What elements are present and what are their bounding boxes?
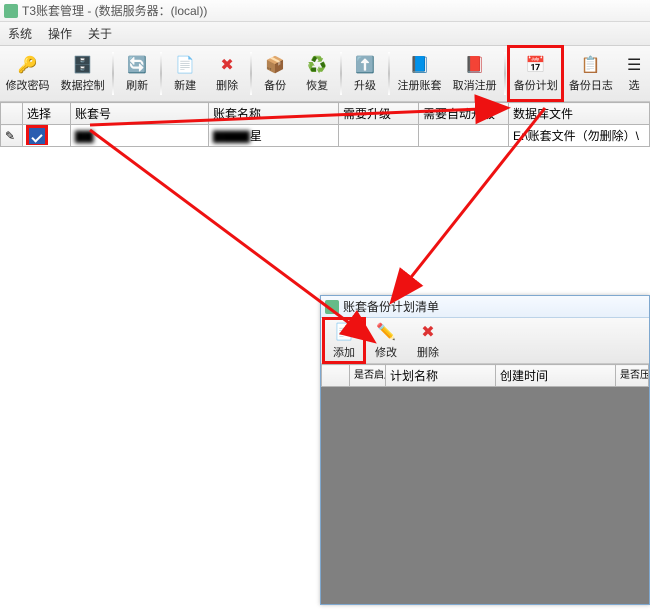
changepwd-button[interactable]: 🔑 修改密码	[0, 46, 55, 101]
toolbar-separator	[388, 52, 390, 95]
register-button[interactable]: 📘 注册账套	[392, 46, 447, 101]
delete-button[interactable]: ✖ 删除	[407, 318, 449, 363]
add-button[interactable]: 📄 添加	[323, 318, 365, 363]
datactrl-label: 数据控制	[61, 77, 105, 93]
cell-number: ▇▇	[71, 125, 209, 147]
more-button[interactable]: ☰ 选	[618, 46, 650, 101]
changepwd-label: 修改密码	[6, 77, 50, 93]
table-row[interactable]: ✎ ▇▇ ▇▇▇▇星 E:\账套文件（勿删除）\	[1, 125, 650, 147]
delete-label: 删除	[417, 344, 439, 360]
col-ctime[interactable]: 创建时间	[496, 365, 616, 387]
empty-grid-area	[321, 387, 649, 604]
account-grid: 选择 账套号 账套名称 需要升级 需要自动升级 数据库文件 ✎ ▇▇ ▇▇▇▇星…	[0, 102, 650, 147]
toolbar: 🔑 修改密码 🗄️ 数据控制 🔄 刷新 📄 新建 ✖ 删除 📦 备份 ♻️ 恢复…	[0, 46, 650, 102]
backup-label: 备份	[264, 77, 286, 93]
col-enable[interactable]: 是否启用	[350, 365, 386, 387]
toolbar-separator	[504, 52, 506, 95]
cell-need	[339, 125, 419, 147]
edit-label: 修改	[375, 344, 397, 360]
child-titlebar: 账套备份计划清单	[321, 296, 649, 318]
backup-plan-window: 账套备份计划清单 📄 添加 ✏️ 修改 ✖ 删除 是否启用 计划名称 创建时间 …	[320, 295, 650, 605]
more-label: 选	[629, 77, 640, 93]
child-title: 账套备份计划清单	[343, 298, 439, 315]
upgrade-label: 升级	[354, 77, 376, 93]
calendar-icon: 📅	[526, 55, 546, 75]
backup-icon: 📦	[265, 55, 285, 75]
backup-plan-button[interactable]: 📅 备份计划	[508, 46, 563, 101]
edit-icon: ✏️	[376, 322, 396, 342]
new-button[interactable]: 📄 新建	[164, 46, 206, 101]
select-checkbox[interactable]	[29, 128, 45, 144]
menubar: 系统 操作 关于	[0, 22, 650, 46]
database-icon: 🗄️	[73, 55, 93, 75]
delete-button[interactable]: ✖ 删除	[206, 46, 248, 101]
app-icon	[4, 4, 18, 18]
col-select[interactable]: 选择	[23, 103, 71, 125]
col-auto[interactable]: 需要自动升级	[419, 103, 509, 125]
col-name[interactable]: 账套名称	[209, 103, 339, 125]
unregister-label: 取消注册	[453, 77, 497, 93]
backup-log-button[interactable]: 📋 备份日志	[563, 46, 618, 101]
refresh-label: 刷新	[126, 77, 148, 93]
unregister-icon: 📕	[465, 55, 485, 75]
refresh-button[interactable]: 🔄 刷新	[116, 46, 158, 101]
main-titlebar: T3账套管理 - (数据服务器：(local))	[0, 0, 650, 22]
menu-system[interactable]: 系统	[8, 25, 32, 42]
restore-icon: ♻️	[307, 55, 327, 75]
row-header-blank	[322, 365, 350, 387]
upgrade-icon: ⬆️	[355, 55, 375, 75]
new-icon: 📄	[175, 55, 195, 75]
upgrade-button[interactable]: ⬆️ 升级	[344, 46, 386, 101]
col-planname[interactable]: 计划名称	[386, 365, 496, 387]
cell-auto	[419, 125, 509, 147]
toolbar-separator	[112, 52, 114, 95]
app-icon	[325, 300, 339, 314]
child-body: 是否启用 计划名称 创建时间 是否压缩备	[321, 364, 649, 604]
restore-button[interactable]: ♻️ 恢复	[296, 46, 338, 101]
restore-label: 恢复	[306, 77, 328, 93]
register-icon: 📘	[410, 55, 430, 75]
delete-label: 删除	[216, 77, 238, 93]
delete-icon: ✖	[418, 322, 438, 342]
new-label: 新建	[174, 77, 196, 93]
toolbar-separator	[250, 52, 252, 95]
backup-log-label: 备份日志	[569, 77, 613, 93]
menu-about[interactable]: 关于	[88, 25, 112, 42]
backup-plan-label: 备份计划	[514, 77, 558, 93]
col-number[interactable]: 账套号	[71, 103, 209, 125]
delete-icon: ✖	[217, 55, 237, 75]
child-toolbar: 📄 添加 ✏️ 修改 ✖ 删除	[321, 318, 649, 364]
unregister-button[interactable]: 📕 取消注册	[447, 46, 502, 101]
row-header-blank	[1, 103, 23, 125]
refresh-icon: 🔄	[127, 55, 147, 75]
window-title: T3账套管理 - (数据服务器：(local))	[22, 2, 207, 19]
add-label: 添加	[333, 344, 355, 360]
col-file[interactable]: 数据库文件	[509, 103, 650, 125]
menu-ops[interactable]: 操作	[48, 25, 72, 42]
more-icon: ☰	[624, 55, 644, 75]
toolbar-separator	[160, 52, 162, 95]
cell-file: E:\账套文件（勿删除）\	[509, 125, 650, 147]
row-indicator-icon: ✎	[1, 125, 23, 147]
log-icon: 📋	[581, 55, 601, 75]
col-compress[interactable]: 是否压缩备	[616, 365, 649, 387]
cell-name: ▇▇▇▇星	[209, 125, 339, 147]
toolbar-separator	[340, 52, 342, 95]
key-icon: 🔑	[18, 55, 38, 75]
register-label: 注册账套	[398, 77, 442, 93]
col-need[interactable]: 需要升级	[339, 103, 419, 125]
backup-button[interactable]: 📦 备份	[254, 46, 296, 101]
datactrl-button[interactable]: 🗄️ 数据控制	[55, 46, 110, 101]
add-icon: 📄	[334, 322, 354, 342]
edit-button[interactable]: ✏️ 修改	[365, 318, 407, 363]
